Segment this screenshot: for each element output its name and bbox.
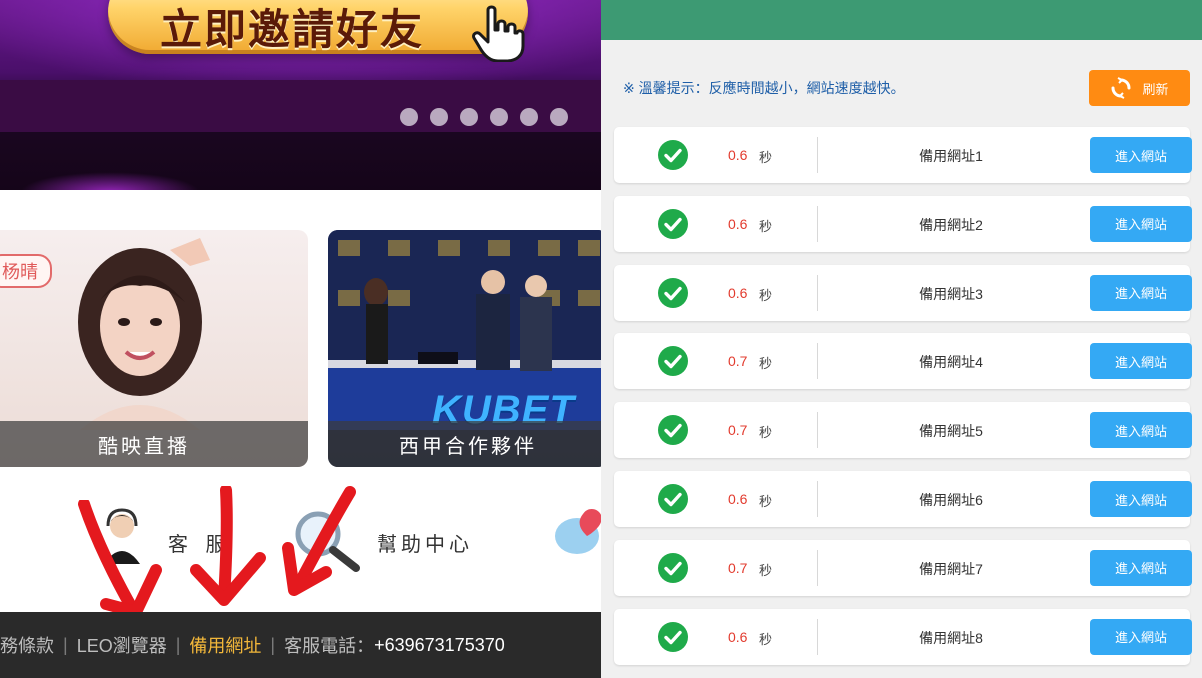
backup-url-name: 備用網址2 (919, 216, 983, 233)
refresh-button[interactable]: 刷新 (1089, 70, 1190, 106)
response-time: 0.6 (728, 628, 748, 645)
footer-phone-number[interactable]: +639673175370 (374, 635, 505, 656)
live-stream-card[interactable]: 杨晴 酷映直播 (0, 230, 308, 467)
carousel-dot[interactable] (430, 108, 448, 126)
check-circle-icon (658, 140, 688, 170)
row-divider (817, 343, 818, 380)
pointing-hand-icon (472, 5, 525, 62)
response-time-unit: 秒 (759, 287, 773, 303)
response-time-unit: 秒 (759, 425, 773, 441)
footer-phone-label: 客服電話： (284, 636, 375, 656)
response-time-unit: 秒 (759, 631, 773, 647)
red-arrow-annotation (78, 500, 162, 618)
carousel-dot[interactable] (490, 108, 508, 126)
banner-bottom-glow (20, 172, 200, 190)
backup-url-name: 備用網址1 (919, 148, 983, 164)
response-time: 0.7 (728, 353, 748, 370)
backup-url-name: 備用網址4 (919, 354, 983, 371)
red-arrow-annotation (282, 486, 356, 596)
streamer-photo (78, 238, 210, 430)
row-divider (817, 549, 818, 586)
footer-separator: | (270, 634, 276, 655)
enter-site-button[interactable]: 進入網站 (1090, 549, 1192, 586)
check-circle-icon (658, 621, 688, 652)
footer-backup-url-link[interactable]: 備用網址 (189, 632, 261, 658)
refresh-icon (1111, 77, 1131, 99)
help-center-label[interactable]: 幫助中心 (377, 528, 473, 557)
mobile-site-panel: 立即邀請好友 杨晴 酷映直播 KUBET 西甲合作夥伴 客 服 幫助中心 務條款… (0, 0, 601, 678)
enter-site-button[interactable]: 進入網站 (1090, 618, 1192, 655)
footer-browser-link[interactable]: LEO瀏覽器 (77, 632, 167, 658)
backup-url-name: 備用網址8 (919, 629, 983, 646)
check-circle-icon (658, 346, 688, 377)
footer-separator: | (63, 634, 68, 655)
row-divider (817, 205, 818, 242)
response-time-unit: 秒 (759, 150, 773, 165)
carousel-dot[interactable] (460, 108, 478, 126)
refresh-label: 刷新 (1142, 81, 1169, 97)
top-bar (601, 0, 1202, 40)
backup-url-name: 備用網址3 (919, 285, 983, 302)
check-circle-icon (658, 552, 688, 583)
card-caption: 西甲合作夥伴 (328, 421, 601, 467)
response-time: 0.6 (728, 147, 748, 163)
backup-url-row: 0.6 秒 備用網址2 進入網站 (614, 195, 1192, 252)
response-time: 0.7 (728, 422, 748, 439)
row-divider (817, 618, 818, 655)
check-circle-icon (658, 277, 688, 308)
backup-url-name: 備用網址7 (919, 560, 983, 577)
enter-site-button[interactable]: 進入網站 (1090, 205, 1192, 242)
check-circle-icon (658, 208, 688, 239)
backup-url-row: 0.6 秒 備用網址3 進入網站 (614, 264, 1192, 321)
tip-text: ※ 溫馨提示：反應時間越小，網站速度越快。 (623, 80, 905, 96)
laliga-partner-card[interactable]: KUBET 西甲合作夥伴 (328, 230, 601, 467)
invite-text: 立即邀請好友 (160, 6, 425, 53)
backup-url-row: 0.7 秒 備用網址7 進入網站 (614, 539, 1192, 596)
response-time-unit: 秒 (759, 218, 773, 234)
red-arrow-annotation (190, 486, 266, 606)
chat-bubble-icon[interactable] (553, 506, 601, 566)
response-time: 0.6 (728, 491, 748, 507)
screenshot-root: 立即邀請好友 杨晴 酷映直播 KUBET 西甲合作夥伴 客 服 幫助中心 務條款… (0, 0, 1202, 678)
carousel-dot[interactable] (400, 108, 418, 126)
check-circle-icon (658, 484, 688, 514)
backup-url-row: 0.7 秒 備用網址5 進入網站 (614, 402, 1192, 459)
response-time-unit: 秒 (759, 562, 773, 578)
enter-site-button[interactable]: 進入網站 (1090, 412, 1192, 449)
streamer-name-tag: 杨晴 (0, 254, 52, 288)
backup-url-row: 0.6 秒 備用網址8 進入網站 (614, 608, 1192, 665)
site-footer: 務條款 | LEO瀏覽器 | 備用網址 | 客服電話： +63967317537… (0, 612, 601, 678)
row-divider (817, 274, 818, 311)
response-time-unit: 秒 (759, 356, 773, 372)
backup-url-name: 備用網址5 (919, 423, 983, 440)
footer-terms-link[interactable]: 務條款 (0, 632, 54, 658)
row-divider (817, 137, 818, 173)
backup-url-row: 0.6 秒 備用網址1 進入網站 (614, 127, 1192, 183)
response-time: 0.6 (728, 284, 748, 301)
enter-site-button[interactable]: 進入網站 (1090, 137, 1192, 173)
response-time: 0.7 (728, 559, 748, 576)
backup-url-row: 0.7 秒 備用網址4 進入網站 (614, 333, 1192, 390)
speed-test-panel: ※ 溫馨提示：反應時間越小，網站速度越快。 刷新 0.6 秒備用網址1 進入網站 0.… (601, 0, 1202, 678)
row-divider (817, 412, 818, 449)
carousel-dot[interactable] (550, 108, 568, 126)
backup-url-row: 0.6 秒 備用網址6 進入網站 (614, 471, 1192, 527)
carousel-dot[interactable] (520, 108, 538, 126)
response-time-unit: 秒 (759, 494, 773, 509)
check-circle-icon (658, 415, 688, 446)
enter-site-button[interactable]: 進入網站 (1090, 343, 1192, 380)
promo-banner[interactable]: 立即邀請好友 (0, 0, 601, 190)
carousel-dots (400, 108, 568, 126)
footer-separator: | (175, 634, 181, 655)
enter-site-button[interactable]: 進入網站 (1090, 481, 1192, 517)
row-divider (817, 481, 818, 517)
response-time: 0.6 (728, 215, 748, 232)
card-caption: 酷映直播 (0, 421, 308, 467)
backup-url-name: 備用網址6 (919, 492, 983, 508)
enter-site-button[interactable]: 進入網站 (1090, 274, 1192, 311)
